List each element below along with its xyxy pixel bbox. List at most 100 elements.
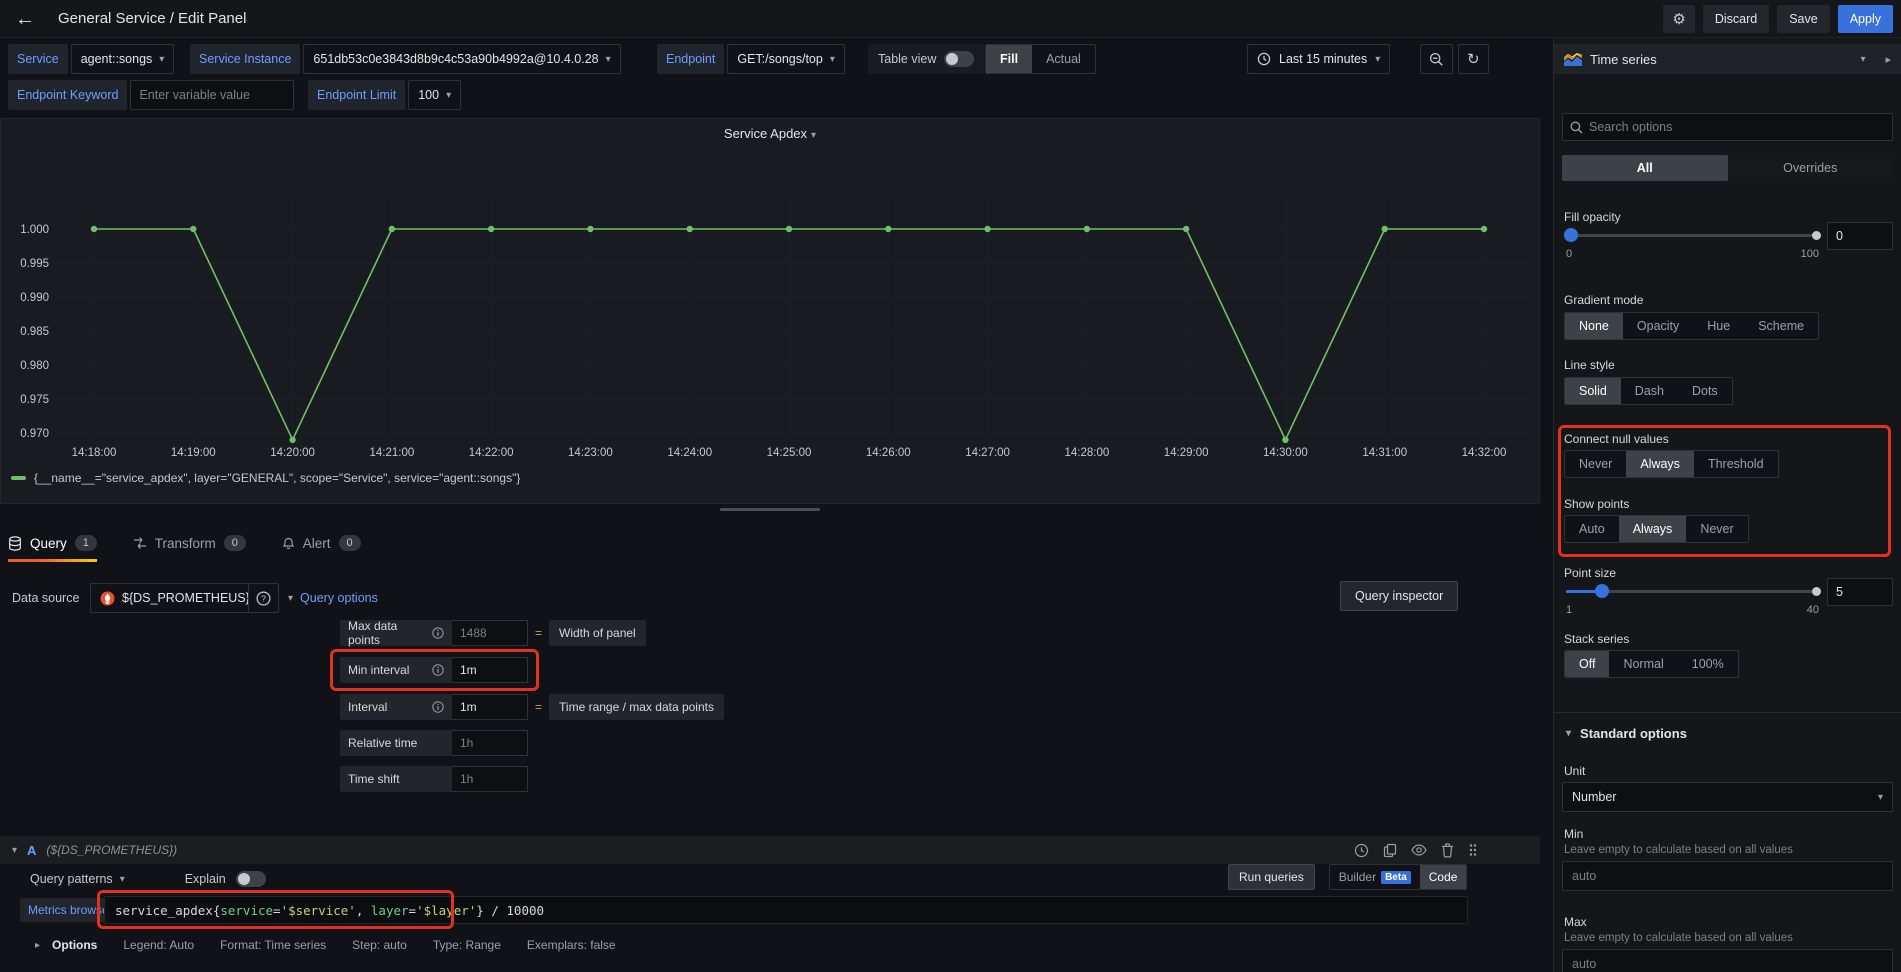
table-view-toggle[interactable]: [944, 51, 974, 67]
gradient-hue[interactable]: Hue: [1693, 313, 1744, 339]
line-style-label: Line style: [1564, 358, 1615, 372]
max-input[interactable]: [1562, 949, 1893, 972]
run-queries-button[interactable]: Run queries: [1228, 864, 1315, 890]
gradient-none[interactable]: None: [1565, 313, 1623, 339]
unit-select[interactable]: Number ▾: [1562, 782, 1893, 812]
fill-option[interactable]: Fill: [986, 45, 1032, 73]
query-history-button[interactable]: [1354, 843, 1369, 858]
service-label: Service: [8, 44, 68, 74]
gradient-opacity[interactable]: Opacity: [1623, 313, 1693, 339]
query-options-expander[interactable]: ▾ Query options: [288, 591, 378, 605]
points-auto[interactable]: Auto: [1565, 516, 1619, 542]
apply-button[interactable]: Apply: [1838, 5, 1893, 33]
trash-icon: [1441, 843, 1454, 858]
point-size-value[interactable]: [1827, 578, 1893, 606]
actual-option[interactable]: Actual: [1032, 45, 1095, 73]
point-size-range: 140: [1566, 604, 1819, 616]
endpoint-select[interactable]: GET:/songs/top▾: [727, 44, 845, 74]
legend-summary: Legend: Auto: [123, 938, 194, 952]
info-circle-icon: [432, 664, 444, 676]
datasource-select[interactable]: ${DS_PROMETHEUS} ▾: [90, 583, 272, 613]
line-dash[interactable]: Dash: [1621, 378, 1678, 404]
point-size-knob[interactable]: [1595, 584, 1609, 598]
connect-null-group: Never Always Threshold: [1564, 450, 1779, 478]
code-mode-option[interactable]: Code: [1420, 865, 1467, 889]
query-row-actions: [1354, 843, 1478, 858]
relative-time-input[interactable]: [452, 730, 528, 756]
query-inspector-button[interactable]: Query inspector: [1340, 581, 1458, 611]
back-arrow-icon[interactable]: ←: [14, 8, 36, 30]
options-search-input[interactable]: [1589, 120, 1885, 134]
show-points-group: Auto Always Never: [1564, 515, 1749, 543]
disable-query-button[interactable]: [1411, 843, 1427, 858]
chevron-down-icon: ▾: [1566, 728, 1571, 739]
query-patterns-row: Query patterns▾ Explain: [30, 866, 266, 892]
time-shift-input[interactable]: [452, 766, 528, 792]
stack-100[interactable]: 100%: [1678, 651, 1738, 677]
duplicate-query-button[interactable]: [1383, 843, 1397, 858]
tab-transform[interactable]: Transform 0: [133, 524, 246, 562]
line-dots[interactable]: Dots: [1678, 378, 1732, 404]
query-patterns-dropdown[interactable]: Query patterns▾: [30, 872, 125, 886]
chevron-right-icon[interactable]: ▸: [35, 940, 40, 951]
option-desc: Width of panel: [549, 620, 646, 646]
promql-code-input[interactable]: service_apdex{service='$service', layer=…: [104, 896, 1468, 924]
builder-mode-option[interactable]: BuilderBeta: [1330, 865, 1420, 889]
discard-button[interactable]: Discard: [1703, 5, 1769, 33]
refresh-button[interactable]: ↻: [1458, 44, 1489, 74]
stack-normal[interactable]: Normal: [1609, 651, 1677, 677]
fill-opacity-value[interactable]: [1827, 222, 1893, 250]
connect-threshold[interactable]: Threshold: [1694, 451, 1778, 477]
interval-input[interactable]: [452, 694, 528, 720]
standard-options-header[interactable]: ▾ Standard options: [1566, 726, 1687, 741]
equals-sign: =: [528, 694, 549, 720]
point-size-slider[interactable]: [1566, 584, 1819, 598]
drag-query-handle[interactable]: [1468, 843, 1478, 858]
points-always[interactable]: Always: [1619, 516, 1687, 542]
tab-all[interactable]: All: [1562, 155, 1728, 181]
connect-never[interactable]: Never: [1565, 451, 1626, 477]
datasource-label: Data source: [12, 591, 79, 605]
endpoint-limit-select[interactable]: 100▾: [408, 80, 461, 110]
visualization-select[interactable]: Time series ▾ ▸: [1554, 44, 1901, 74]
gradient-mode-label: Gradient mode: [1564, 293, 1643, 307]
explain-toggle[interactable]: [236, 871, 266, 887]
exemplars-summary: Exemplars: false: [527, 938, 616, 952]
chevron-down-icon: ▾: [1375, 54, 1380, 65]
settings-button[interactable]: ⚙: [1663, 5, 1694, 33]
zoom-out-button[interactable]: [1420, 44, 1453, 74]
tab-overrides[interactable]: Overrides: [1728, 155, 1894, 181]
service-instance-select[interactable]: 651db53c0e3843d8b9c4c53a90b4992a@10.4.0.…: [303, 44, 620, 74]
copy-icon: [1383, 843, 1397, 858]
chevron-down-icon[interactable]: ▾: [12, 845, 17, 856]
fill-opacity-slider[interactable]: [1566, 228, 1819, 242]
variables-row-2: Endpoint Keyword Endpoint Limit 100▾: [0, 80, 1545, 110]
save-button[interactable]: Save: [1777, 5, 1830, 33]
service-select[interactable]: agent::songs▾: [71, 44, 175, 74]
min-description: Leave empty to calculate based on all va…: [1564, 844, 1893, 856]
svg-text:0.980: 0.980: [20, 360, 49, 372]
tab-query[interactable]: Query 1: [8, 524, 97, 562]
panel-resize-handle[interactable]: [720, 508, 820, 511]
tab-alert[interactable]: Alert 0: [282, 524, 361, 562]
options-expander[interactable]: Options: [52, 938, 97, 952]
points-never[interactable]: Never: [1686, 516, 1747, 542]
max-data-points-input[interactable]: [452, 620, 528, 646]
panel-title-menu[interactable]: Service Apdex▾: [1, 126, 1539, 141]
endpoint-keyword-input[interactable]: [130, 80, 294, 110]
query-ref-id[interactable]: A: [27, 843, 36, 858]
options-sidebar: Time series ▾ ▸ All Overrides Fill opaci…: [1553, 38, 1901, 972]
fill-opacity-knob[interactable]: [1564, 228, 1578, 242]
chart-legend[interactable]: {__name__="service_apdex", layer="GENERA…: [11, 471, 520, 485]
connect-always[interactable]: Always: [1626, 451, 1694, 477]
time-range-picker[interactable]: Last 15 minutes ▾: [1247, 44, 1390, 74]
delete-query-button[interactable]: [1441, 843, 1454, 858]
line-solid[interactable]: Solid: [1565, 378, 1621, 404]
stack-off[interactable]: Off: [1565, 651, 1609, 677]
min-interval-input[interactable]: [452, 657, 528, 683]
info-circle-icon: [432, 627, 444, 639]
datasource-help-button[interactable]: ?: [248, 583, 279, 613]
collapse-pane-icon[interactable]: ▸: [1885, 53, 1891, 66]
gradient-scheme[interactable]: Scheme: [1744, 313, 1818, 339]
min-input[interactable]: [1562, 861, 1893, 891]
